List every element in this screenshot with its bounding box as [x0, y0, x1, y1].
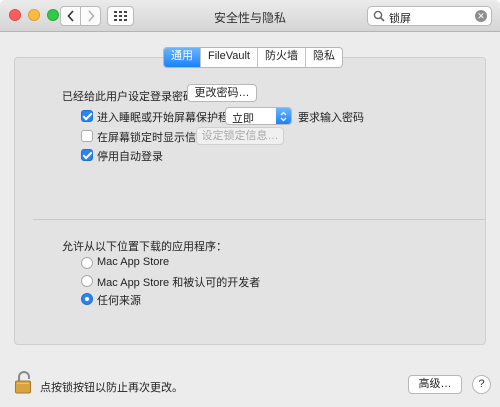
radio-anywhere[interactable] [81, 293, 93, 305]
show-message-label: 在屏幕锁定时显示信息 [97, 132, 207, 144]
disable-auto-login-checkbox[interactable] [81, 149, 93, 161]
radio-mac-app-store-label: Mac App Store [97, 256, 170, 268]
radio-mac-app-store[interactable] [81, 257, 93, 269]
chevron-right-icon [87, 10, 95, 22]
help-button[interactable]: ? [472, 375, 491, 394]
grid-icon [114, 11, 127, 21]
search-icon [373, 10, 385, 22]
security-privacy-window: 安全性与隐私 锁屏 ✕ 通用 FileVault 防火墙 隐私 已经给此用户设定… [0, 0, 500, 407]
lock-instruction-text: 点按锁按钮以防止再次更改。 [40, 382, 183, 394]
set-lock-message-button[interactable]: 设定锁定信息… [196, 127, 284, 145]
radio-identified-developers[interactable] [81, 275, 93, 287]
tab-privacy[interactable]: 隐私 [304, 48, 342, 67]
tab-bar: 通用 FileVault 防火墙 隐私 [163, 47, 343, 68]
search-field[interactable]: 锁屏 ✕ [367, 6, 492, 26]
require-password-checkbox[interactable] [81, 110, 93, 122]
forward-button[interactable] [80, 6, 101, 26]
close-window-button[interactable] [9, 9, 21, 21]
radio-anywhere-label: 任何来源 [97, 295, 141, 307]
back-button[interactable] [60, 6, 81, 26]
change-password-button[interactable]: 更改密码… [187, 84, 257, 102]
lock-icon[interactable] [14, 370, 34, 394]
show-all-button[interactable] [107, 6, 134, 26]
search-input[interactable]: 锁屏 [389, 10, 411, 26]
login-password-label: 已经给此用户设定登录密码 [62, 91, 194, 103]
general-panel: 已经给此用户设定登录密码 更改密码… 进入睡眠或开始屏幕保护程序 立即 要求输入… [14, 57, 486, 345]
disable-auto-login-label: 停用自动登录 [97, 151, 163, 163]
tab-general[interactable]: 通用 [164, 48, 200, 67]
show-message-checkbox[interactable] [81, 130, 93, 142]
require-password-suffix: 要求输入密码 [298, 112, 364, 124]
updown-arrows-icon [276, 108, 291, 124]
chevron-left-icon [66, 10, 74, 22]
zoom-window-button[interactable] [47, 9, 59, 21]
require-password-delay-select[interactable]: 立即 [225, 107, 292, 125]
advanced-button[interactable]: 高级… [408, 375, 462, 394]
require-password-label: 进入睡眠或开始屏幕保护程序 [97, 112, 240, 124]
radio-identified-developers-label: Mac App Store 和被认可的开发者 [97, 277, 261, 289]
minimize-window-button[interactable] [28, 9, 40, 21]
clear-search-icon[interactable]: ✕ [475, 10, 487, 22]
tab-filevault[interactable]: FileVault [200, 48, 257, 67]
window-title: 安全性与隐私 [213, 11, 286, 25]
section-divider [33, 219, 485, 220]
tab-firewall[interactable]: 防火墙 [256, 48, 305, 67]
require-password-delay-value: 立即 [232, 113, 254, 125]
title-bar: 安全性与隐私 锁屏 ✕ [0, 0, 500, 32]
downloads-heading: 允许从以下位置下载的应用程序： [62, 241, 227, 253]
